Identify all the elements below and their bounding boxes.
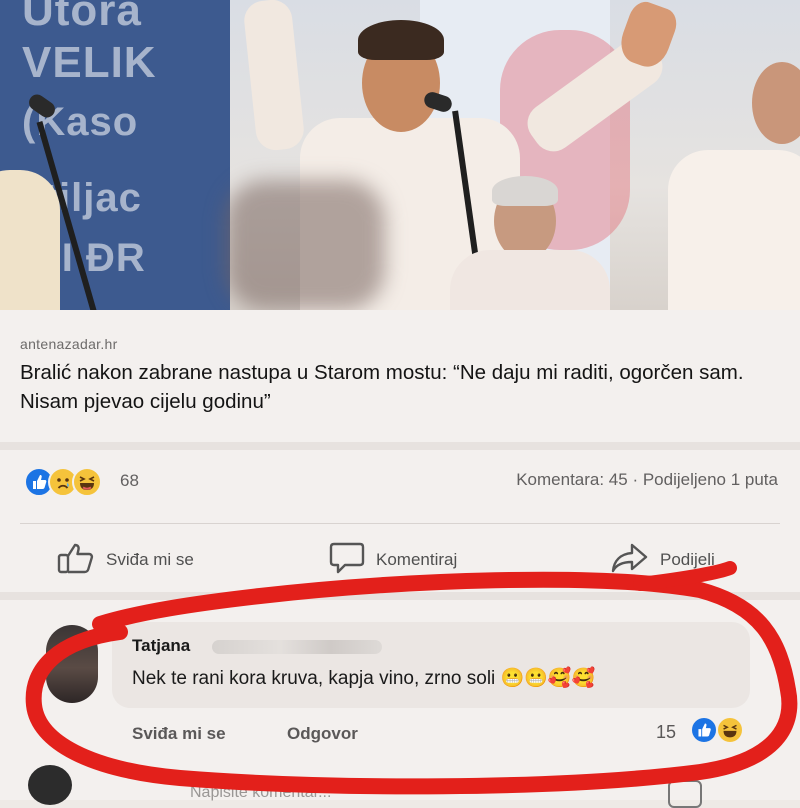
link-headline[interactable]: Bralić nakon zabrane nastupa u Starom mo… <box>20 358 790 416</box>
link-source[interactable]: antenazadar.hr <box>20 336 118 352</box>
musician-left <box>0 170 60 310</box>
share-button-label: Podijeli <box>660 550 715 569</box>
comment-text: Nek te rani kora kruva, kapja vino, zrno… <box>132 668 596 689</box>
section-divider <box>0 442 800 450</box>
haha-reaction-icon <box>716 716 744 744</box>
commenter-avatar[interactable] <box>46 625 98 703</box>
speech-bubble-icon <box>328 541 366 580</box>
comment-like-button[interactable]: Sviđa mi se <box>132 724 226 744</box>
singer-hair <box>358 20 444 60</box>
post-card: antenazadar.hr Bralić nakon zabrane nast… <box>0 310 800 808</box>
section-divider <box>0 592 800 600</box>
like-reaction-icon <box>690 716 718 744</box>
comment-author[interactable]: Tatjana <box>132 636 190 656</box>
banner-text: Utora <box>22 0 142 35</box>
share-arrow-icon <box>610 541 650 580</box>
current-user-avatar[interactable] <box>28 765 72 805</box>
article-photo[interactable]: Utora VELIK (Kaso ostiljac DNI ĐR <box>0 0 800 310</box>
comment-reaction-count[interactable]: 15 <box>656 722 676 743</box>
comment-input[interactable]: Napišite komentar... <box>190 784 331 802</box>
like-button[interactable]: Sviđa mi se <box>56 542 194 578</box>
musician-right <box>668 150 800 310</box>
singer-arm <box>242 0 306 153</box>
musician-center <box>450 250 610 310</box>
post-actions: Sviđa mi se Komentiraj Podijeli <box>0 542 800 582</box>
thumbs-up-icon <box>56 541 96 580</box>
like-button-label: Sviđa mi se <box>106 550 194 569</box>
comment-share-stats[interactable]: Komentara: 45 · Podijeljeno 1 puta <box>516 470 778 490</box>
comment-bubble: Tatjana Nek te rani kora kruva, kapja vi… <box>112 622 750 708</box>
musician-hair <box>492 176 558 206</box>
redacted-surname <box>212 640 382 654</box>
share-button[interactable]: Podijeli <box>610 542 715 578</box>
comment-reply-button[interactable]: Odgovor <box>287 724 358 744</box>
musician-face <box>752 62 800 144</box>
haha-reaction-icon <box>72 467 102 497</box>
blurred-hand <box>225 180 385 310</box>
banner-text: VELIK <box>22 38 157 87</box>
camera-icon[interactable] <box>668 780 702 808</box>
divider <box>20 523 780 524</box>
reaction-count: 68 <box>120 471 139 490</box>
comment-button-label: Komentiraj <box>376 550 458 569</box>
comment-button[interactable]: Komentiraj <box>328 542 457 578</box>
